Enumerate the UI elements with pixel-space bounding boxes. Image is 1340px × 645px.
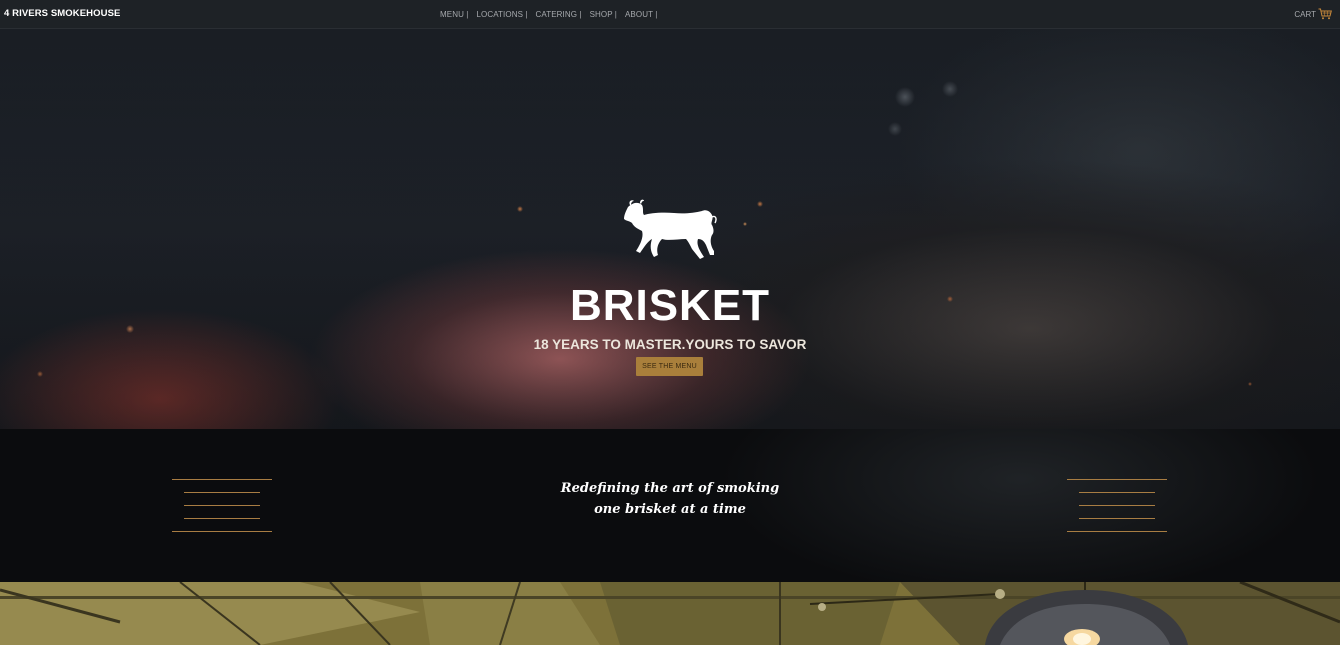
- bull-icon: [624, 199, 717, 259]
- top-navbar: 4 RIVERS SMOKEHOUSE MENU | LOCATIONS | C…: [0, 0, 1340, 29]
- nav-link-locations[interactable]: LOCATIONS |: [476, 10, 527, 19]
- nav-link-menu[interactable]: MENU |: [440, 10, 468, 19]
- see-the-menu-button[interactable]: SEE THE MENU: [636, 357, 703, 376]
- nav-link-catering[interactable]: CATERING |: [536, 10, 582, 19]
- nav-link-shop[interactable]: SHOP |: [590, 10, 617, 19]
- cart-link[interactable]: CART: [1294, 8, 1332, 20]
- hero-banner: BRISKET 18 YEARS TO MASTER.YOURS TO SAVO…: [0, 29, 1340, 429]
- hero-title: BRISKET: [569, 281, 771, 330]
- tagline-band: Redefining the art of smoking one briske…: [0, 429, 1340, 582]
- restaurant-interior-image: [0, 582, 1340, 645]
- nav-link-about[interactable]: ABOUT |: [625, 10, 657, 19]
- interior-illustration: [0, 582, 1340, 645]
- cart-icon: [1318, 8, 1332, 20]
- cart-label: CART: [1294, 9, 1316, 19]
- hero-subtitle: 18 YEARS TO MASTER.YOURS TO SAVOR: [533, 337, 807, 352]
- main-nav: MENU | LOCATIONS | CATERING | SHOP | ABO…: [440, 10, 665, 19]
- brand-logo-link[interactable]: 4 RIVERS SMOKEHOUSE: [4, 8, 120, 19]
- decorative-lines-right: [1067, 479, 1167, 532]
